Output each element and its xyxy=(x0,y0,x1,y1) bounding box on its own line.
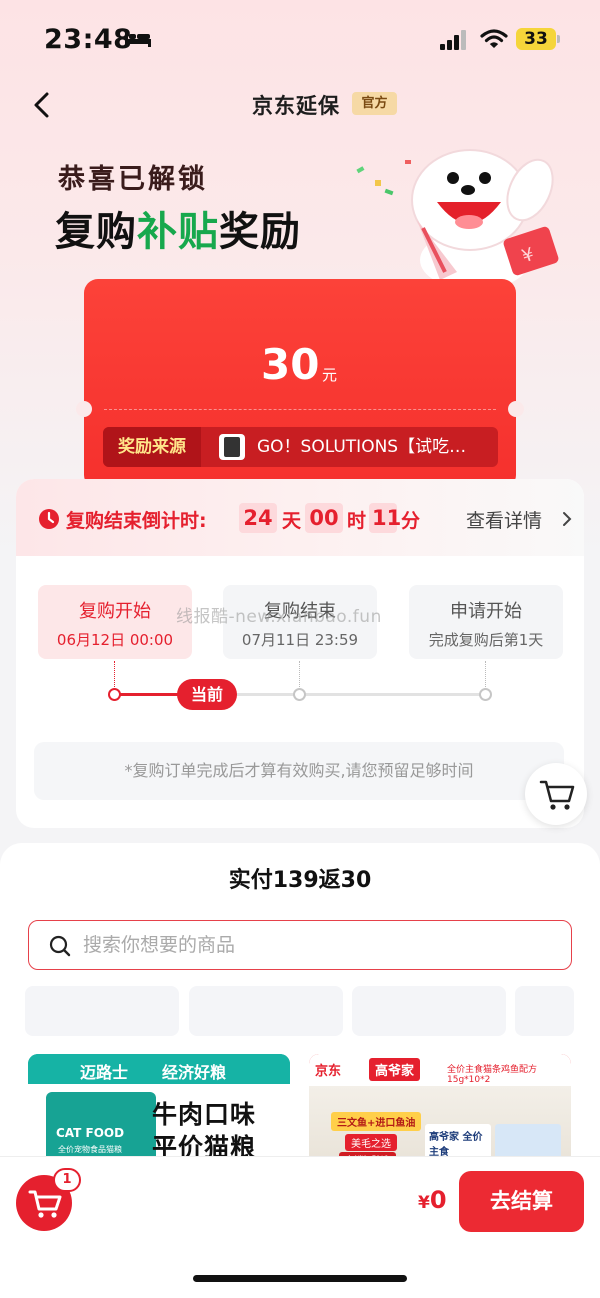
reward-source-product: GO！SOLUTIONS【试吃… xyxy=(257,437,467,457)
status-time: 23:48 xyxy=(44,24,133,55)
chevron-right-icon[interactable] xyxy=(561,510,573,528)
checkout-button[interactable]: 去结算 xyxy=(459,1171,584,1232)
bed-icon xyxy=(125,32,151,47)
progress-node-end xyxy=(293,688,306,701)
card-divider xyxy=(104,409,496,410)
countdown-days-unit: 天 xyxy=(282,510,302,532)
joy-dog-mascot-icon: ¥ xyxy=(356,149,559,290)
repurchase-note: *复购订单完成后才算有效购买,请您预留足够时间 xyxy=(34,742,564,800)
cart-count-badge: 1 xyxy=(53,1168,81,1192)
search-bar[interactable] xyxy=(28,920,572,970)
countdown-minutes: 11 xyxy=(369,503,401,533)
countdown-label: 复购结束倒计时: xyxy=(66,510,207,532)
filter-chip[interactable] xyxy=(352,986,506,1036)
product-card[interactable]: 迈路士 经济好粮 CAT FOOD 全价宠物食品猫粮 牛肉口味 平价猫粮 xyxy=(28,1054,290,1164)
product-promo-text: 牛肉口味 平价猫粮 xyxy=(152,1098,256,1164)
product-headline: 全价主食猫条鸡鱼配方15g*10*2 xyxy=(447,1065,538,1085)
clock-icon xyxy=(39,509,59,529)
step-date: 06月12日 00:00 xyxy=(56,631,174,649)
total-amount: 0 xyxy=(429,1186,447,1214)
countdown-minutes-unit: 分 xyxy=(401,510,421,532)
bag-title: CAT FOOD xyxy=(56,1126,125,1140)
countdown-panel: 复购结束倒计时: 24 天 00 时 11 分 查看详情 复购开始 06月12日… xyxy=(16,479,584,828)
cart-icon xyxy=(539,780,575,810)
card-notch-right xyxy=(508,401,524,417)
unlock-headline: 复购补贴奖励 xyxy=(55,199,301,257)
battery-indicator: 33 xyxy=(516,28,556,50)
filter-chip[interactable] xyxy=(189,986,343,1036)
battery-tip xyxy=(557,35,560,43)
progress-node-start xyxy=(108,688,121,701)
product-banner: 迈路士 经济好粮 xyxy=(28,1054,290,1084)
headline-highlight: 补贴 xyxy=(137,209,219,255)
product-brand: 迈路士 xyxy=(80,1063,129,1082)
reward-source-row[interactable]: 奖励来源 GO！SOLUTIONS【试吃… xyxy=(103,427,498,467)
unlock-subtitle: 恭喜已解锁 xyxy=(58,164,208,195)
page-title: 京东延保 xyxy=(252,94,340,118)
product-banner: 京东 高爷家 全价主食猫条鸡鱼配方15g*10*2 xyxy=(309,1054,571,1086)
progress-connector xyxy=(485,661,486,689)
watermark-text: 线报酷-new.xianbao.fun xyxy=(176,607,382,627)
countdown-hours: 00 xyxy=(305,503,343,533)
countdown-days: 24 xyxy=(239,503,277,533)
cat-food-bag-image: CAT FOOD 全价宠物食品猫粮 xyxy=(46,1092,156,1164)
countdown-header: 复购结束倒计时: 24 天 00 时 11 分 查看详情 xyxy=(16,479,584,556)
current-indicator: 当前 xyxy=(177,679,237,710)
search-icon xyxy=(49,935,71,957)
step-apply-start: 申请开始 完成复购后第1天 xyxy=(409,585,563,659)
reward-source-label: 奖励来源 xyxy=(103,427,201,467)
step-title: 申请开始 xyxy=(450,601,522,622)
reward-unit: 元 xyxy=(322,366,338,384)
promo-line-1: 牛肉口味 xyxy=(152,1100,257,1129)
product-card[interactable]: 京东 高爷家 全价主食猫条鸡鱼配方15g*10*2 三文鱼+进口鱼油 美毛之选 … xyxy=(309,1054,571,1164)
signal-icon xyxy=(440,30,466,50)
home-indicator[interactable] xyxy=(193,1275,407,1282)
back-arrow-icon[interactable] xyxy=(28,88,58,122)
step-date: 07月11日 23:59 xyxy=(241,631,359,649)
product-tag: 三文鱼+进口鱼油 xyxy=(331,1112,422,1131)
product-brand: 高爷家 xyxy=(369,1058,421,1081)
product-tag: 美毛之选 xyxy=(345,1134,397,1151)
headline-part-2: 奖励 xyxy=(219,209,301,255)
currency-symbol: ¥ xyxy=(418,1193,430,1213)
product-section-title: 实付139返30 xyxy=(228,868,372,893)
bag-subtitle: 全价宠物食品猫粮 xyxy=(58,1145,122,1154)
progress-node-apply xyxy=(479,688,492,701)
filter-chip[interactable] xyxy=(25,986,179,1036)
floating-cart-button[interactable] xyxy=(525,763,587,825)
card-notch-left xyxy=(76,401,92,417)
progress-connector xyxy=(114,661,115,689)
countdown-hours-unit: 时 xyxy=(347,510,367,532)
search-input[interactable] xyxy=(83,927,553,963)
filter-chip[interactable] xyxy=(515,986,574,1036)
step-title: 复购开始 xyxy=(79,601,151,622)
total-price: ¥0 xyxy=(418,1186,447,1214)
product-thumbnail xyxy=(219,434,245,460)
status-bar: 23:48 33 xyxy=(0,0,600,80)
headline-part-1: 复购 xyxy=(55,209,137,255)
reward-amount: 30 xyxy=(261,340,320,389)
product-slogan: 经济好粮 xyxy=(162,1063,227,1082)
step-repurchase-start: 复购开始 06月12日 00:00 xyxy=(38,585,192,659)
progress-connector xyxy=(299,661,300,689)
step-date: 完成复购后第1天 xyxy=(428,631,544,649)
view-details-link[interactable]: 查看详情 xyxy=(466,506,542,533)
wifi-icon xyxy=(480,29,508,48)
jd-logo: 京东 xyxy=(315,1064,342,1079)
official-badge: 官方 xyxy=(352,92,397,115)
